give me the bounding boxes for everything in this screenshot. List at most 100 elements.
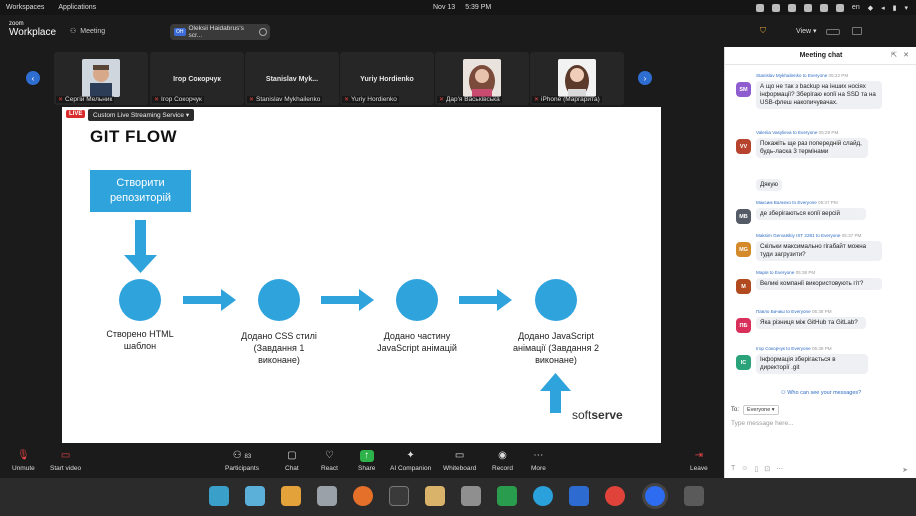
step-label: Додано JavaScript анімації (Завдання 2 в… [512, 331, 600, 365]
recipient-text: to Everyone [786, 346, 811, 351]
file-icon[interactable]: ▯ [754, 465, 758, 473]
minimize-button[interactable] [826, 29, 840, 35]
dock-app-icon[interactable] [245, 486, 265, 506]
participants-button[interactable]: ⚇ 83 Participants [225, 450, 259, 472]
muted-mic-icon: ✕ [58, 97, 64, 103]
close-icon[interactable]: ✕ [903, 47, 909, 65]
meeting-label: Meeting [80, 27, 106, 35]
logo-workplace-text: Workplace [9, 27, 57, 38]
participant-label: ✕ Сергій Мельник [56, 96, 115, 103]
dock-app-icon[interactable] [281, 486, 301, 506]
sharer-avatar: OH [174, 28, 186, 36]
to-label: To: [731, 407, 740, 413]
participant-photo [558, 59, 596, 97]
tray-app-icon[interactable] [819, 3, 828, 12]
message-meta: Ігор Сокорчук to Everyone 05:39 PM [756, 346, 832, 351]
chat-icon: ▢ [287, 450, 297, 461]
terminal-icon[interactable] [389, 486, 409, 506]
telegram-icon[interactable] [533, 486, 553, 506]
volume-icon[interactable]: ◂ [881, 4, 885, 12]
muted-mic-icon: ✕ [154, 97, 160, 103]
participant-tile[interactable]: ✕ Сергій Мельник [54, 52, 148, 105]
previous-page-button[interactable]: ‹ [26, 71, 40, 85]
step-label: Додано CSS стилі (Завдання 1 виконане) [241, 331, 317, 365]
share-options-icon[interactable] [259, 28, 267, 36]
zoom-icon[interactable] [645, 486, 665, 506]
security-shield-icon[interactable]: ⛉ [760, 26, 766, 36]
message-bubble: Дякую [756, 179, 783, 191]
share-arrow-icon: ↑ [359, 450, 374, 462]
tray-app-icon[interactable] [771, 3, 780, 12]
meeting-info-button[interactable]: ⚇ Meeting [70, 27, 106, 36]
message-time: 05:37 PM [818, 200, 838, 205]
more-icon[interactable]: ⋯ [776, 465, 783, 473]
leave-button[interactable]: ⇥ Leave [690, 450, 708, 472]
screenshot-icon[interactable]: ⊡ [764, 465, 770, 473]
share-button[interactable]: ↑ Share [358, 450, 375, 472]
settings-icon[interactable] [461, 486, 481, 506]
power-menu-icon[interactable]: ▾ [904, 4, 908, 12]
spreadsheet-icon[interactable] [497, 486, 517, 506]
tray-app-icon[interactable] [755, 3, 764, 12]
popout-icon[interactable]: ⇱ [891, 47, 897, 65]
system-monitor-icon[interactable] [684, 486, 704, 506]
who-can-see-label: Who can see your messages? [787, 390, 862, 396]
tray-app-icon[interactable] [835, 3, 844, 12]
chat-button[interactable]: ▢ Chat [285, 450, 299, 472]
step-node [396, 279, 438, 321]
document-icon[interactable] [569, 486, 589, 506]
workspaces-menu[interactable]: Workspaces [6, 4, 44, 11]
step-node [535, 279, 577, 321]
dock-app-icon[interactable] [425, 486, 445, 506]
message-meta: Valeriia Vasylieva to Everyone 05:29 PM [756, 130, 838, 135]
message-bubble: Покажіть ще раз попередній слайд, будь-л… [756, 138, 868, 158]
step-node [119, 279, 161, 321]
participant-tile[interactable]: ✕ iPhone (Маргарита) [530, 52, 624, 105]
step-label: Створено HTML шаблон [106, 329, 174, 351]
participant-name: Yuriy Hordienko [351, 96, 397, 103]
screen-share-indicator[interactable]: OH Oleksii Haidabrus's scr... [170, 24, 270, 40]
participant-tile[interactable]: ✕ Дар'я Васьківська [435, 52, 529, 105]
language-indicator[interactable]: en [852, 4, 860, 11]
ai-companion-button[interactable]: ✦ AI Companion [390, 450, 431, 472]
right-arrow [183, 289, 236, 311]
react-button[interactable]: ♡ React [321, 450, 338, 472]
next-page-button[interactable]: › [638, 71, 652, 85]
message-time: 05:37 PM [841, 233, 862, 238]
battery-icon[interactable]: ▮ [893, 4, 897, 12]
participant-name: Stanislav Mykhailenko [256, 96, 321, 103]
chat-title: Meeting chat [799, 52, 843, 59]
applications-menu[interactable]: Applications [58, 4, 96, 11]
chat-header: Meeting chat ⇱ ✕ [725, 47, 916, 65]
shared-screen-slide: LIVE Custom Live Streaming Service ▾ GIT… [62, 107, 661, 443]
emoji-icon[interactable]: ☺ [741, 465, 748, 473]
participant-tile[interactable]: Stanislav Myk... ✕ Stanislav Mykhailenko [245, 52, 339, 105]
tray-app-icon[interactable] [803, 3, 812, 12]
participant-label: ✕ Дар'я Васьківська [437, 96, 502, 103]
dock-app-icon[interactable] [209, 486, 229, 506]
maximize-button[interactable] [852, 27, 862, 35]
format-icon[interactable]: T [731, 465, 735, 473]
participant-tile[interactable]: Yuriy Hordienko ✕ Yuriy Hordienko [340, 52, 434, 105]
participant-name: Ігор Сокорчук [161, 96, 202, 103]
system-tray: en ◆ ◂ ▮ ▾ [755, 3, 908, 12]
wifi-icon[interactable]: ◆ [868, 4, 873, 12]
participant-tile[interactable]: Ігор Сокорчук ✕ Ігор Сокорчук [150, 52, 244, 105]
more-button[interactable]: ⋯ More [531, 450, 546, 472]
tray-app-icon[interactable] [787, 3, 796, 12]
dock-app-icon[interactable] [317, 486, 337, 506]
clock[interactable]: Nov 13 5:39 PM [433, 4, 491, 11]
unmute-button[interactable]: 🎙 Unmute [12, 450, 35, 472]
view-button[interactable]: View ▾ [796, 27, 817, 35]
message-input[interactable]: Type message here... [731, 420, 794, 427]
send-button[interactable]: ➤ [902, 466, 908, 474]
record-button[interactable]: ◉ Record [492, 450, 513, 472]
softserve-logo: softserve [572, 408, 623, 422]
whiteboard-button[interactable]: ▭ Whiteboard [443, 450, 476, 472]
sender-name: Stanislav Mykhailenko [756, 73, 802, 78]
chrome-icon[interactable] [605, 486, 625, 506]
start-video-button[interactable]: ▭ Start video [50, 450, 81, 472]
recipient-dropdown[interactable]: Everyone ▾ [743, 405, 779, 415]
who-can-see-link[interactable]: ⚇ Who can see your messages? [725, 390, 916, 396]
firefox-icon[interactable] [353, 486, 373, 506]
